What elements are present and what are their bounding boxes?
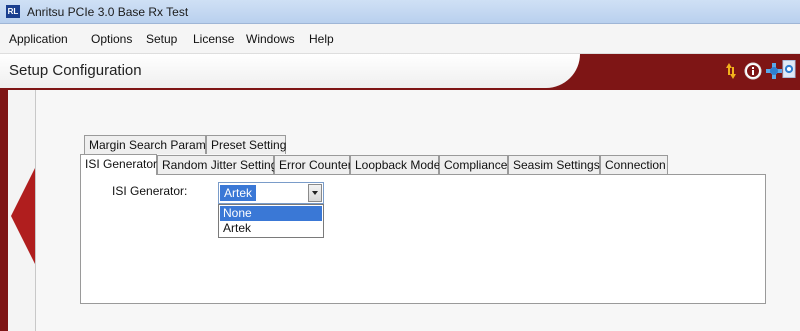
- isi-generator-selected-value: Artek: [220, 185, 257, 201]
- menu-bar: Application Options Setup License Window…: [0, 24, 800, 54]
- app-icon: RL: [6, 5, 20, 18]
- title-bar: RL Anritsu PCIe 3.0 Base Rx Test: [0, 0, 800, 24]
- isi-generator-select[interactable]: Artek: [218, 182, 324, 204]
- tab-preset-setting[interactable]: Preset Setting: [206, 135, 286, 154]
- menu-options[interactable]: Options: [91, 32, 132, 46]
- isi-generator-dropdown-list: None Artek: [218, 204, 324, 238]
- isi-generator-label: ISI Generator:: [112, 184, 188, 198]
- info-icon[interactable]: [744, 62, 762, 80]
- back-arrow-icon[interactable]: [11, 168, 35, 264]
- left-rail: [0, 90, 8, 331]
- tab-margin-search-params[interactable]: Margin Search Params: [84, 135, 212, 154]
- transfer-arrows-icon[interactable]: [725, 62, 737, 80]
- camera-icon[interactable]: [781, 60, 797, 78]
- option-artek[interactable]: Artek: [220, 221, 322, 236]
- window-title: Anritsu PCIe 3.0 Base Rx Test: [27, 5, 189, 19]
- menu-setup[interactable]: Setup: [146, 32, 177, 46]
- dropdown-arrow-icon[interactable]: [308, 184, 322, 202]
- menu-application[interactable]: Application: [9, 32, 68, 46]
- menu-help[interactable]: Help: [309, 32, 334, 46]
- menu-license[interactable]: License: [193, 32, 234, 46]
- menu-windows[interactable]: Windows: [246, 32, 295, 46]
- tab-compliance[interactable]: Compliance: [439, 155, 508, 174]
- tab-connection[interactable]: Connection: [600, 155, 668, 174]
- tab-error-counter[interactable]: Error Counter: [274, 155, 352, 174]
- tab-isi-generator[interactable]: ISI Generator: [80, 154, 157, 175]
- tab-loopback-mode[interactable]: Loopback Mode: [350, 155, 440, 174]
- page-title: Setup Configuration: [9, 62, 142, 79]
- tab-random-jitter-setting[interactable]: Random Jitter Setting: [157, 155, 277, 174]
- tab-seasim-settings[interactable]: Seasim Settings: [508, 155, 600, 174]
- option-none[interactable]: None: [220, 206, 322, 221]
